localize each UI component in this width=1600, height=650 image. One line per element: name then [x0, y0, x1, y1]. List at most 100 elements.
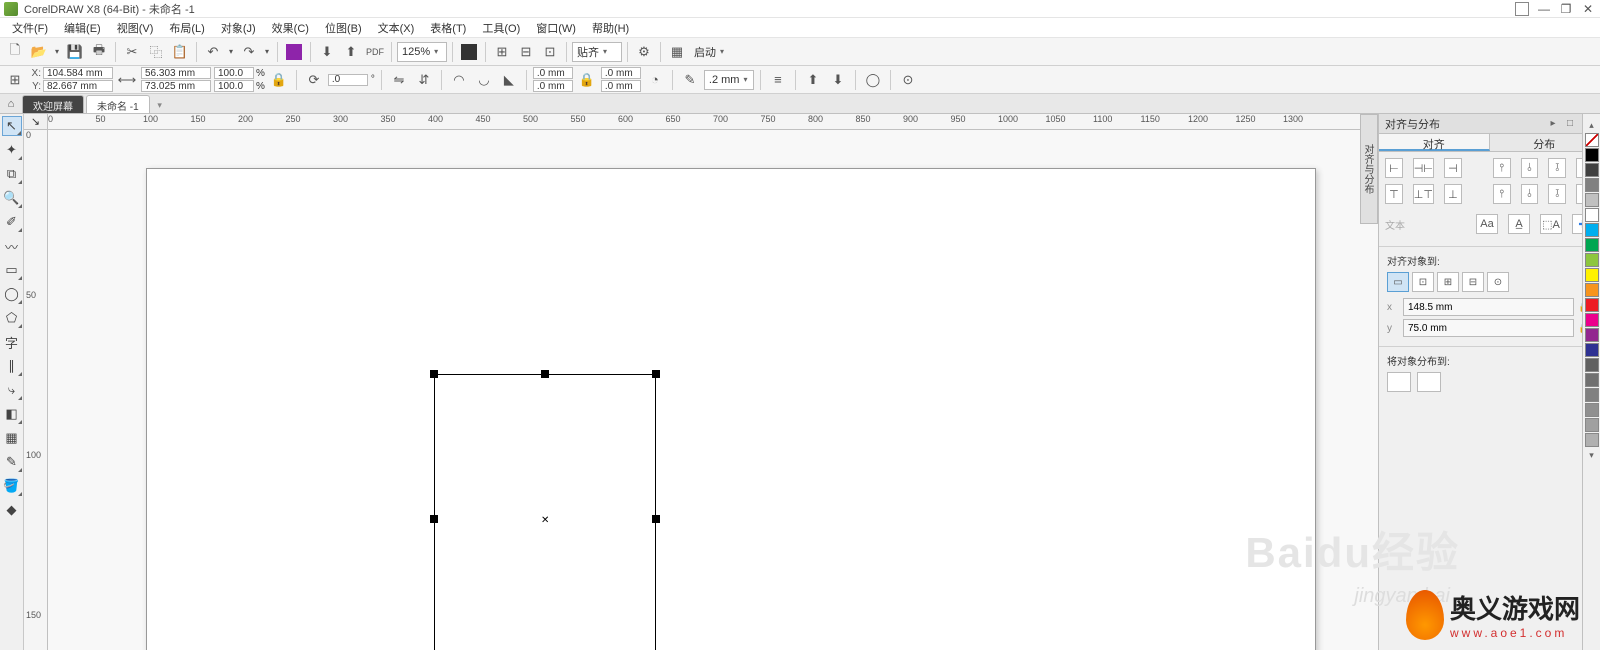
- eyedropper-tool[interactable]: ✎: [2, 452, 22, 472]
- horizontal-ruler[interactable]: 0501001502002503003504004505005506006507…: [48, 114, 1378, 130]
- text-bbox-button[interactable]: ⬚A: [1540, 214, 1562, 234]
- text-baseline-button[interactable]: Aa: [1476, 214, 1498, 234]
- import-button[interactable]: ⬇: [316, 41, 338, 63]
- menu-bitmaps[interactable]: 位图(B): [317, 18, 370, 38]
- handle-top-left[interactable]: [430, 370, 438, 378]
- color-swatch[interactable]: [1585, 268, 1599, 282]
- align-center-v-button[interactable]: ⊥⊤: [1413, 184, 1434, 204]
- parallel-dim-tool[interactable]: ∥: [2, 356, 22, 376]
- target-point[interactable]: ⊙: [1487, 272, 1509, 292]
- color-swatch[interactable]: [1585, 373, 1599, 387]
- rectangle-shape[interactable]: [434, 374, 656, 650]
- home-icon[interactable]: ⌂: [2, 95, 20, 113]
- menu-tools[interactable]: 工具(O): [474, 18, 528, 38]
- dist-to-page-button[interactable]: [1417, 372, 1441, 392]
- dist-left-button[interactable]: ⫯: [1493, 158, 1511, 178]
- color-swatch[interactable]: [1585, 253, 1599, 267]
- color-swatch[interactable]: [1585, 343, 1599, 357]
- handle-top-right[interactable]: [652, 370, 660, 378]
- redo-button[interactable]: ↷: [238, 41, 260, 63]
- menu-object[interactable]: 对象(J): [213, 18, 264, 38]
- x-input[interactable]: 104.584 mm: [43, 67, 113, 79]
- rectangle-tool[interactable]: ▭: [2, 260, 22, 280]
- color-swatch[interactable]: [1585, 148, 1599, 162]
- show-rulers-button[interactable]: ⊞: [491, 41, 513, 63]
- text-first-line-button[interactable]: A̲: [1508, 214, 1530, 234]
- handle-top-mid[interactable]: [541, 370, 549, 378]
- scalex-input[interactable]: 100.0: [214, 67, 254, 79]
- canvas[interactable]: [48, 130, 1378, 650]
- interactive-fill-tool[interactable]: 🪣: [2, 476, 22, 496]
- menu-file[interactable]: 文件(F): [4, 18, 56, 38]
- docker-menu-icon[interactable]: ▸: [1546, 117, 1560, 131]
- undo-dropdown[interactable]: ▾: [226, 41, 236, 63]
- copy-button[interactable]: ⿻: [145, 41, 167, 63]
- docker-collapse-icon[interactable]: □: [1563, 117, 1577, 131]
- dist-top-button[interactable]: ⫯: [1493, 184, 1511, 204]
- launch-app-icon[interactable]: ▦: [666, 41, 688, 63]
- to-front-button[interactable]: ⬆: [802, 69, 824, 91]
- launch-combo[interactable]: 启动▾: [690, 42, 740, 62]
- options-button[interactable]: ⚙: [633, 41, 655, 63]
- dist-to-selection-button[interactable]: [1387, 372, 1411, 392]
- text-tool[interactable]: 字: [2, 332, 22, 352]
- crop-tool[interactable]: ⧉: [2, 164, 22, 184]
- scaley-input[interactable]: 100.0: [214, 80, 254, 92]
- target-page-center[interactable]: ⊞: [1437, 272, 1459, 292]
- palette-down-icon[interactable]: ▾: [1589, 450, 1594, 461]
- new-button[interactable]: 🗋: [4, 41, 26, 63]
- menu-table[interactable]: 表格(T): [422, 18, 474, 38]
- align-center-h-button[interactable]: ⊣⊢: [1413, 158, 1434, 178]
- selected-rectangle[interactable]: ✕: [434, 374, 656, 650]
- menu-text[interactable]: 文本(X): [370, 18, 423, 38]
- angle-input[interactable]: .0: [328, 74, 368, 86]
- corner3-input[interactable]: .0 mm: [601, 67, 641, 79]
- artistic-media-tool[interactable]: 〰: [2, 236, 22, 256]
- minimize-button[interactable]: —: [1536, 1, 1552, 17]
- convert-curves-button[interactable]: ◯: [862, 69, 884, 91]
- print-button[interactable]: 🖶: [88, 41, 110, 63]
- palette-up-icon[interactable]: ▴: [1589, 120, 1594, 131]
- menu-view[interactable]: 视图(V): [109, 18, 162, 38]
- tab-list-button[interactable]: ▾: [152, 97, 168, 113]
- color-swatch[interactable]: [1585, 433, 1599, 447]
- ruler-origin[interactable]: ↘: [24, 114, 48, 130]
- smart-fill-tool[interactable]: ◆: [2, 500, 22, 520]
- relative-corner-button[interactable]: ◔: [644, 69, 666, 91]
- show-guidelines-button[interactable]: ⊡: [539, 41, 561, 63]
- corner-round-button[interactable]: ◠: [448, 69, 470, 91]
- color-swatch[interactable]: [1585, 403, 1599, 417]
- align-top-button[interactable]: ⊤: [1385, 184, 1403, 204]
- color-swatch[interactable]: [1585, 298, 1599, 312]
- lock-ratio-button[interactable]: 🔒: [268, 69, 290, 91]
- zoom-tool[interactable]: 🔍: [2, 188, 22, 208]
- color-swatch[interactable]: [1585, 283, 1599, 297]
- redo-dropdown[interactable]: ▾: [262, 41, 272, 63]
- pick-tool[interactable]: ↖: [2, 116, 22, 136]
- color-swatch[interactable]: [1585, 178, 1599, 192]
- corner-scallop-button[interactable]: ◡: [473, 69, 495, 91]
- menu-effects[interactable]: 效果(C): [264, 18, 317, 38]
- export-button[interactable]: ⬆: [340, 41, 362, 63]
- show-grid-button[interactable]: ⊟: [515, 41, 537, 63]
- connector-tool[interactable]: ⤷: [2, 380, 22, 400]
- mirror-v-button[interactable]: ⇵: [413, 69, 435, 91]
- paste-button[interactable]: 📋: [169, 41, 191, 63]
- corner2-input[interactable]: .0 mm: [533, 80, 573, 92]
- search-content-button[interactable]: [286, 44, 302, 60]
- polygon-tool[interactable]: ⬠: [2, 308, 22, 328]
- shape-tool[interactable]: ✦: [2, 140, 22, 160]
- color-swatch[interactable]: [1585, 193, 1599, 207]
- color-swatch[interactable]: [1585, 238, 1599, 252]
- align-right-button[interactable]: ⊣: [1444, 158, 1462, 178]
- align-left-button[interactable]: ⊢: [1385, 158, 1403, 178]
- undo-button[interactable]: ↶: [202, 41, 224, 63]
- target-grid[interactable]: ⊟: [1462, 272, 1484, 292]
- width-input[interactable]: 56.303 mm: [141, 67, 211, 79]
- menu-edit[interactable]: 编辑(E): [56, 18, 109, 38]
- target-page-edge[interactable]: ⊡: [1412, 272, 1434, 292]
- open-button[interactable]: 📂: [28, 41, 50, 63]
- fullscreen-preview-button[interactable]: [461, 44, 477, 60]
- wrap-text-button[interactable]: ≡: [767, 69, 789, 91]
- y-input[interactable]: 82.667 mm: [43, 80, 113, 92]
